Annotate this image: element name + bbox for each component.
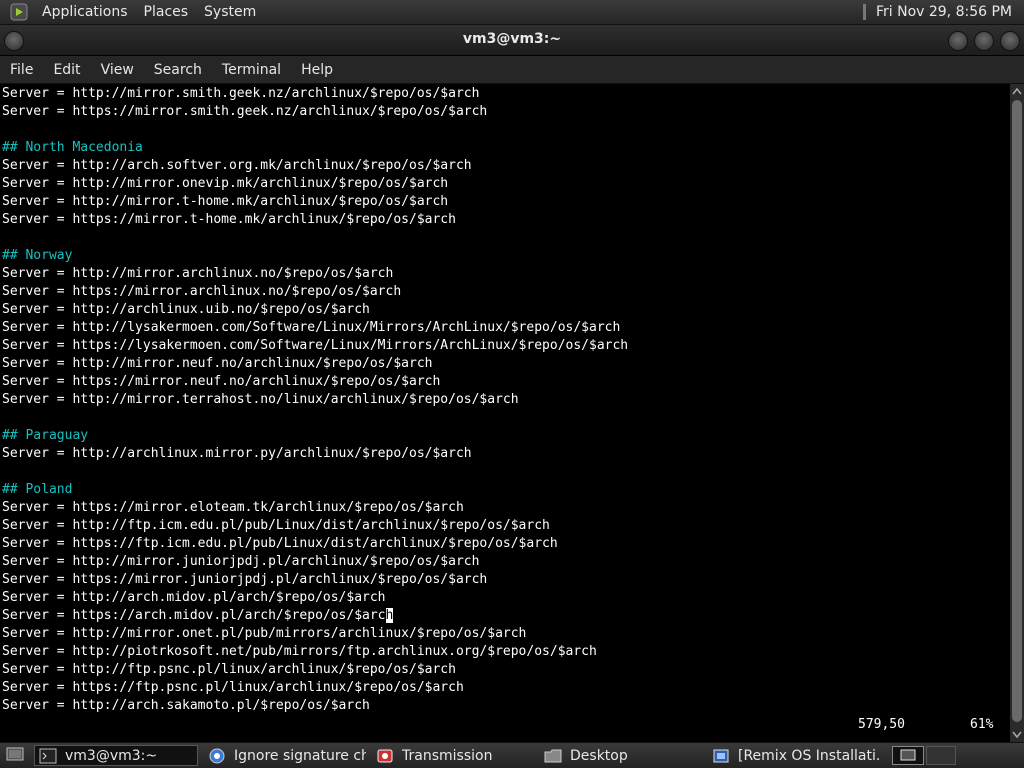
server-line: Server = http://archlinux.uib.no/$repo/o… — [2, 302, 370, 317]
server-line: Server = http://mirror.terrahost.no/linu… — [2, 392, 519, 407]
minimize-button[interactable] — [948, 31, 968, 51]
menu-edit[interactable]: Edit — [43, 62, 90, 78]
top-panel: Applications Places System Fri Nov 29, 8… — [0, 0, 1024, 25]
terminal-icon — [39, 748, 57, 764]
server-line: Server = http://arch.softver.org.mk/arch… — [2, 158, 472, 173]
terminal-menubar: File Edit View Search Terminal Help — [0, 56, 1024, 84]
scroll-thumb[interactable] — [1012, 100, 1022, 722]
server-line: Server = http://arch.midov.pl/arch/$repo… — [2, 590, 386, 605]
transmission-icon — [376, 748, 394, 764]
server-line: Server = http://mirror.archlinux.no/$rep… — [2, 266, 394, 281]
task-desktop[interactable]: Desktop — [540, 745, 702, 766]
section-heading: ## Paraguay — [2, 428, 89, 443]
bottom-taskbar: vm3@vm3:~ Ignore signature ch... Transmi… — [0, 742, 1024, 768]
section-heading: ## Poland — [2, 482, 73, 497]
server-line: Server = http://piotrkosoft.net/pub/mirr… — [2, 644, 597, 659]
scroll-percent: 61% — [970, 717, 994, 732]
folder-icon — [544, 748, 562, 764]
section-heading: ## Norway — [2, 248, 73, 263]
server-line: Server = https://lysakermoen.com/Softwar… — [2, 338, 629, 353]
server-line: Server = https://mirror.smith.geek.nz/ar… — [2, 104, 488, 119]
section-heading: ## North Macedonia — [2, 140, 143, 155]
server-line: Server = http://mirror.neuf.no/archlinux… — [2, 356, 433, 371]
server-line: Server = https://mirror.neuf.no/archlinu… — [2, 374, 441, 389]
menu-help[interactable]: Help — [291, 62, 343, 78]
chrome-icon — [208, 748, 226, 764]
menu-search[interactable]: Search — [144, 62, 212, 78]
clock[interactable]: Fri Nov 29, 8:56 PM — [876, 4, 1012, 20]
server-line: Server = http://mirror.t-home.mk/archlin… — [2, 194, 449, 209]
terminal-text: Server = http://mirror.smith.geek.nz/arc… — [2, 85, 628, 715]
window-controls — [948, 31, 1020, 51]
menu-file[interactable]: File — [0, 62, 43, 78]
places-menu[interactable]: Places — [136, 4, 197, 20]
virtualbox-icon — [712, 748, 730, 764]
cursor-position: 579,50 — [858, 717, 905, 732]
scroll-up-arrow-icon[interactable] — [1010, 84, 1024, 98]
task-label: Desktop — [570, 747, 628, 764]
workspace-thumbnail-icon — [900, 749, 916, 761]
server-line: Server = http://lysakermoen.com/Software… — [2, 320, 621, 335]
task-label: Ignore signature ch... — [234, 747, 366, 764]
menu-terminal[interactable]: Terminal — [212, 62, 291, 78]
cursor-line-text: Server = https://arch.midov.pl/arch/$rep… — [2, 608, 386, 623]
gnome-foot-icon[interactable] — [10, 3, 28, 21]
scrollbar[interactable] — [1010, 84, 1024, 742]
server-line: Server = http://arch.sakamoto.pl/$repo/o… — [2, 698, 370, 713]
server-line: Server = https://mirror.eloteam.tk/archl… — [2, 500, 464, 515]
text-cursor: h — [385, 608, 394, 623]
server-line: Server = https://mirror.t-home.mk/archli… — [2, 212, 456, 227]
system-menu[interactable]: System — [196, 4, 264, 20]
show-desktop-icon[interactable] — [6, 747, 24, 763]
task-label: Transmission — [402, 747, 493, 764]
panel-right: Fri Nov 29, 8:56 PM — [862, 4, 1024, 20]
server-line: Server = https://arch.midov.pl/arch/$rep… — [2, 607, 628, 625]
server-line: Server = http://mirror.juniorjpdj.pl/arc… — [2, 554, 480, 569]
task-terminal[interactable]: vm3@vm3:~ — [34, 745, 198, 766]
menu-view[interactable]: View — [91, 62, 144, 78]
server-line: Server = http://mirror.onet.pl/pub/mirro… — [2, 626, 527, 641]
task-transmission[interactable]: Transmission — [372, 745, 534, 766]
task-label: vm3@vm3:~ — [65, 747, 158, 764]
window-titlebar[interactable]: vm3@vm3:~ — [0, 25, 1024, 56]
server-line: Server = http://ftp.icm.edu.pl/pub/Linux… — [2, 518, 550, 533]
applications-menu[interactable]: Applications — [34, 4, 136, 20]
terminal-area[interactable]: Server = http://mirror.smith.geek.nz/arc… — [0, 84, 1010, 742]
close-button[interactable] — [1000, 31, 1020, 51]
server-line: Server = http://mirror.onevip.mk/archlin… — [2, 176, 449, 191]
workspace-2[interactable] — [926, 746, 956, 765]
task-virtualbox[interactable]: [Remix OS Installati... — [708, 745, 880, 766]
server-line: Server = http://mirror.smith.geek.nz/arc… — [2, 86, 480, 101]
server-line: Server = https://mirror.archlinux.no/$re… — [2, 284, 402, 299]
server-line: Server = http://ftp.psnc.pl/linux/archli… — [2, 662, 456, 677]
panel-separator — [862, 4, 866, 20]
scroll-down-arrow-icon[interactable] — [1010, 728, 1024, 742]
server-line: Server = http://archlinux.mirror.py/arch… — [2, 446, 472, 461]
server-line: Server = https://mirror.juniorjpdj.pl/ar… — [2, 572, 488, 587]
task-label: [Remix OS Installati... — [738, 747, 880, 764]
workspace-1[interactable] — [892, 746, 924, 765]
window-title: vm3@vm3:~ — [462, 31, 562, 47]
maximize-button[interactable] — [974, 31, 994, 51]
server-line: Server = https://ftp.icm.edu.pl/pub/Linu… — [2, 536, 558, 551]
task-browser[interactable]: Ignore signature ch... — [204, 745, 366, 766]
server-line: Server = https://ftp.psnc.pl/linux/archl… — [2, 680, 464, 695]
